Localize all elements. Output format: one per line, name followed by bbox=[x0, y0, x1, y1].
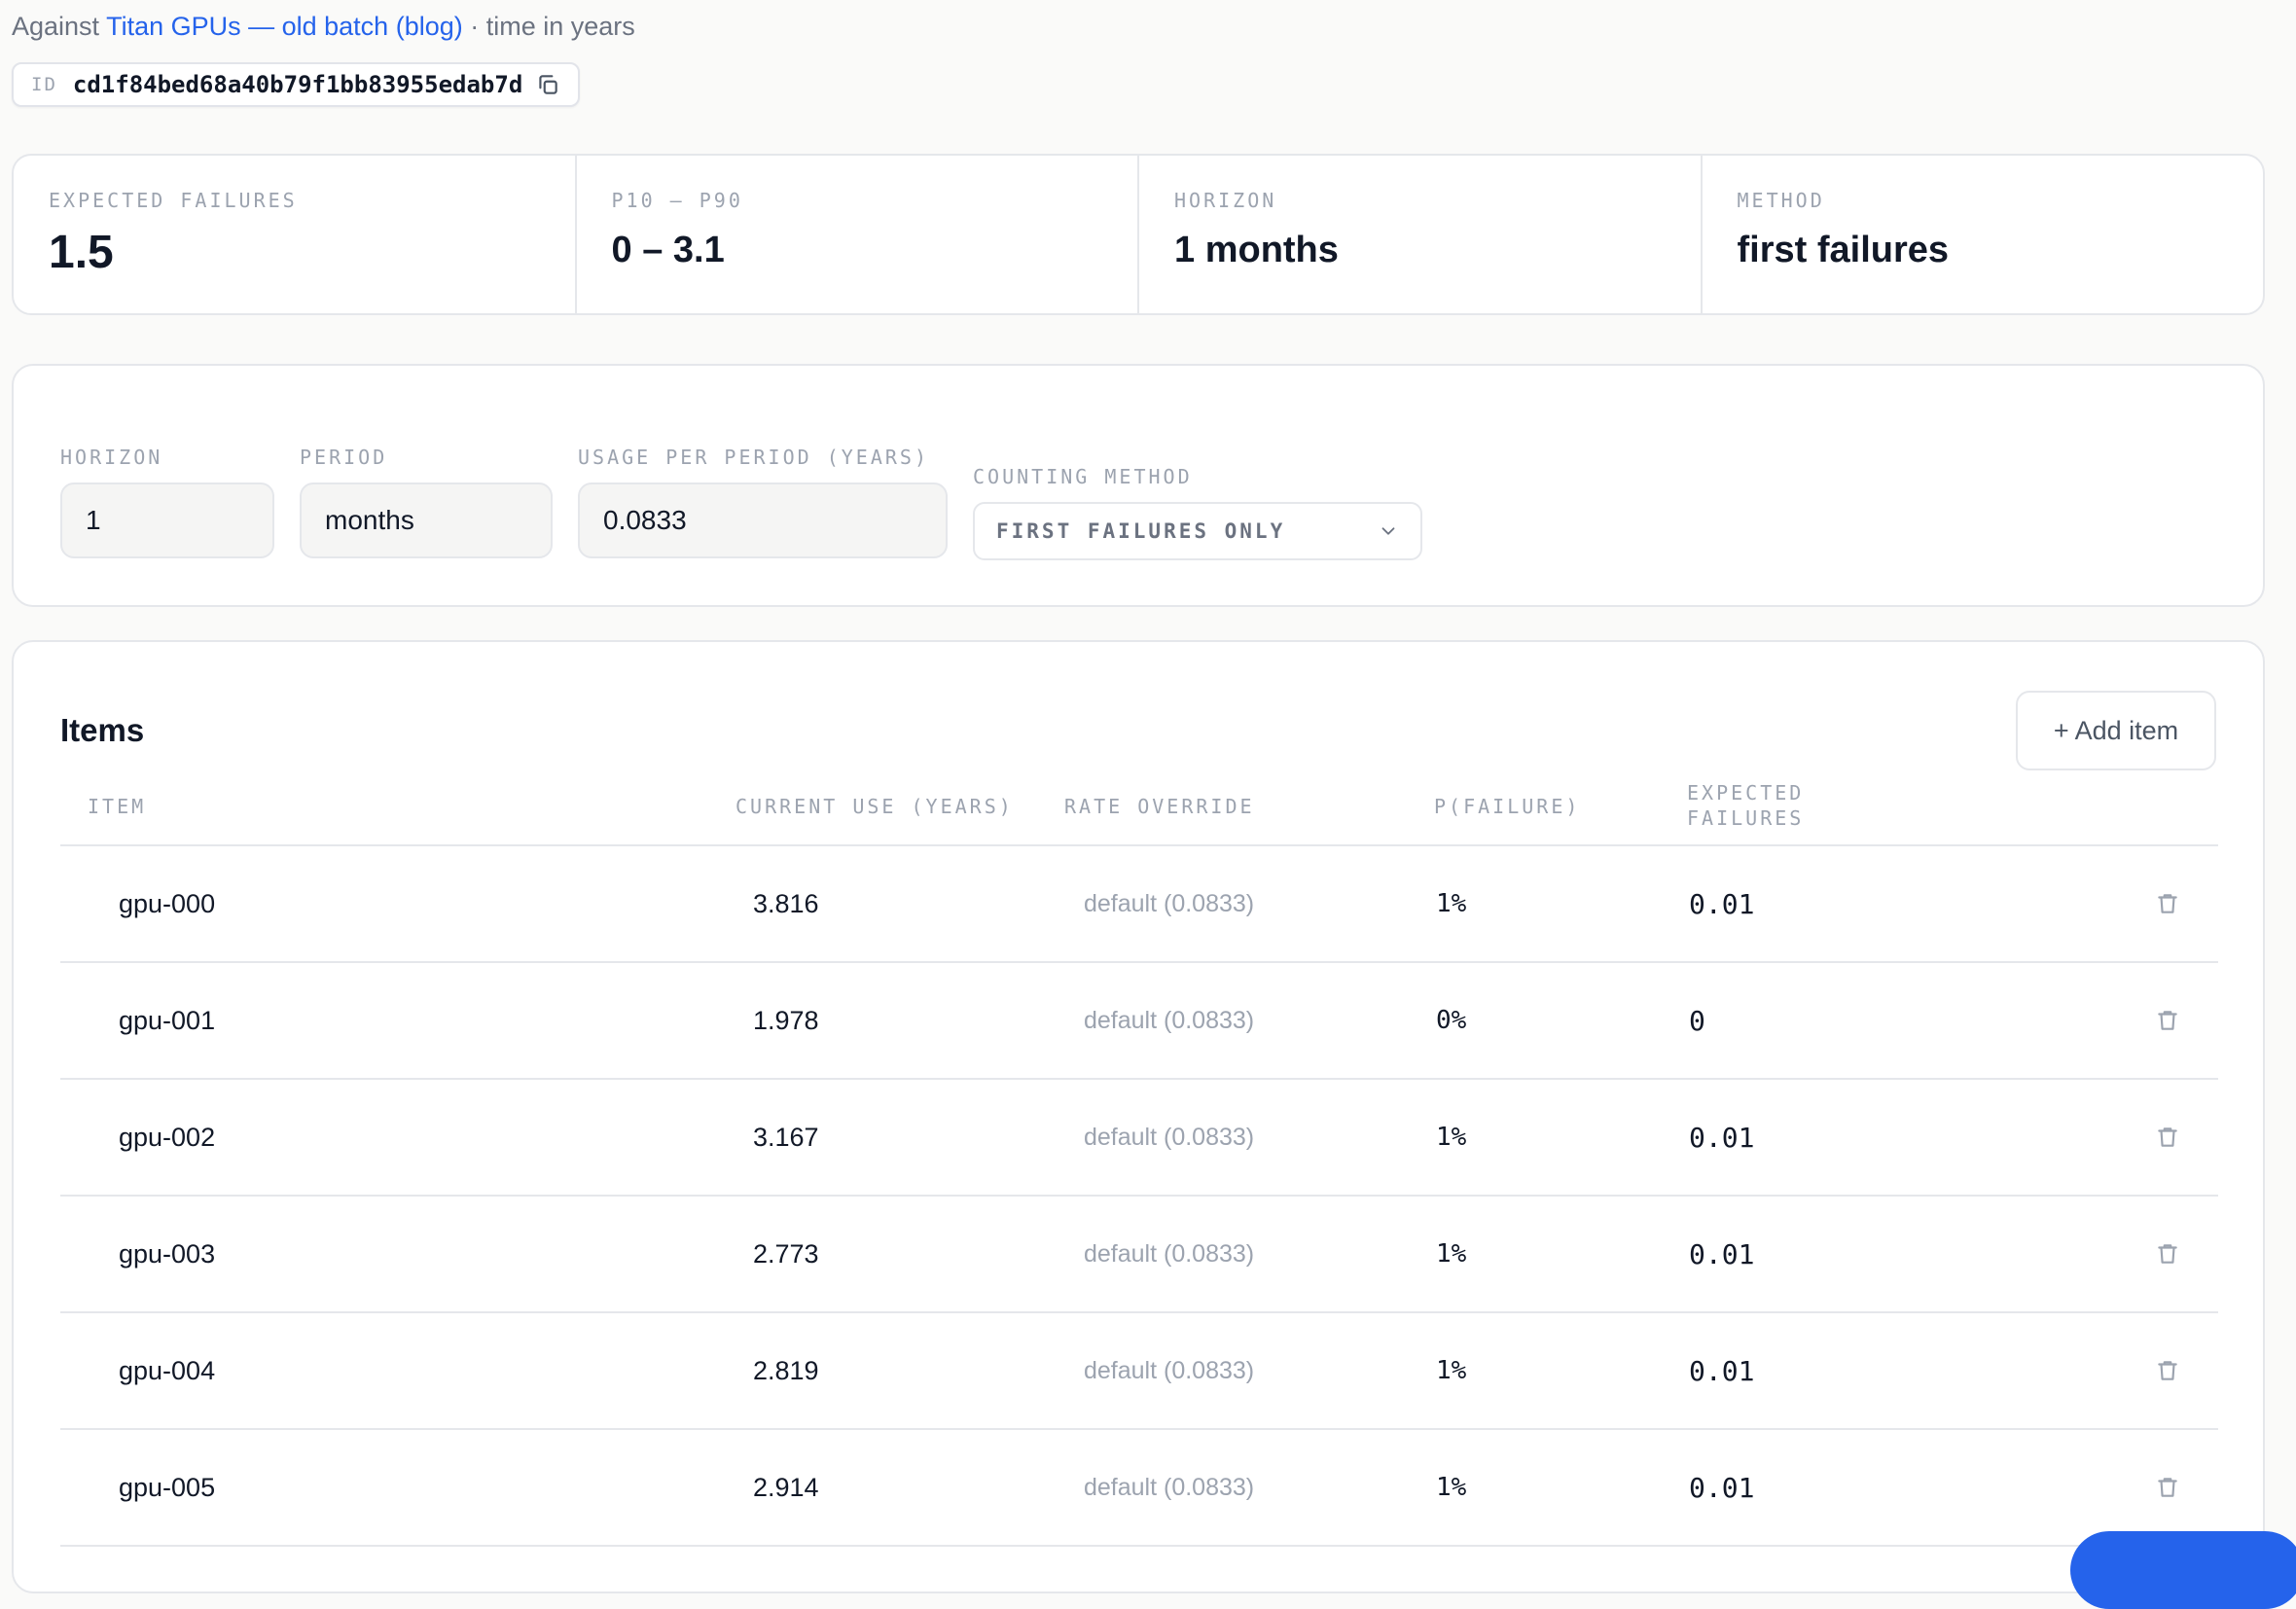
counting-method-label: COUNTING METHOD bbox=[973, 465, 1193, 488]
item-expected-failures: 0 bbox=[1689, 1004, 1705, 1037]
stat-label: METHOD bbox=[1737, 189, 1825, 212]
item-expected-failures: 0.01 bbox=[1689, 887, 1755, 920]
chevron-down-icon bbox=[1381, 527, 1395, 535]
stat-horizon: HORIZON 1 months bbox=[1139, 156, 1703, 313]
delete-item-button[interactable] bbox=[2152, 1197, 2183, 1311]
period-input[interactable] bbox=[300, 483, 553, 558]
item-rate-override[interactable]: default (0.0833) bbox=[1084, 846, 1254, 961]
counting-method-value: FIRST FAILURES ONLY bbox=[996, 519, 1286, 543]
delete-item-button[interactable] bbox=[2152, 963, 2183, 1078]
trash-icon bbox=[2158, 1011, 2177, 1030]
col-expected-line2: FAILURES bbox=[1687, 806, 1805, 830]
item-current-use: 2.914 bbox=[753, 1472, 819, 1502]
item-rate-override[interactable]: default (0.0833) bbox=[1084, 963, 1254, 1078]
horizon-label: HORIZON bbox=[60, 446, 163, 469]
stat-value: first failures bbox=[1737, 230, 1950, 270]
trash-icon bbox=[2158, 1478, 2177, 1497]
stat-method: METHOD first failures bbox=[1703, 156, 2264, 313]
counting-method-select[interactable]: FIRST FAILURES ONLY bbox=[973, 502, 1422, 560]
item-rate-override[interactable]: default (0.0833) bbox=[1084, 1430, 1254, 1545]
table-row: gpu-004 2.819 default (0.0833) 1% 0.01 bbox=[60, 1313, 2218, 1430]
item-rate-override[interactable]: default (0.0833) bbox=[1084, 1197, 1254, 1311]
horizon-field: HORIZON bbox=[60, 446, 274, 558]
items-panel: Items + Add item ITEM CURRENT USE (YEARS… bbox=[12, 640, 2265, 1593]
item-p-failure: 1% bbox=[1436, 1239, 1467, 1269]
items-title: Items bbox=[60, 712, 145, 748]
item-name: gpu-001 bbox=[119, 1005, 216, 1035]
item-name: gpu-004 bbox=[119, 1355, 216, 1385]
delete-item-button[interactable] bbox=[2152, 1430, 2183, 1545]
stat-label: EXPECTED FAILURES bbox=[49, 189, 298, 212]
stat-value: 1.5 bbox=[49, 227, 114, 278]
usage-input[interactable] bbox=[578, 483, 948, 558]
stat-expected-failures: EXPECTED FAILURES 1.5 bbox=[14, 156, 577, 313]
table-row: gpu-005 2.914 default (0.0833) 1% 0.01 bbox=[60, 1430, 2218, 1547]
item-rate-override[interactable]: default (0.0833) bbox=[1084, 1080, 1254, 1195]
id-label: ID bbox=[31, 74, 57, 95]
delete-item-button[interactable] bbox=[2152, 1080, 2183, 1195]
copy-icon[interactable] bbox=[535, 72, 560, 97]
item-current-use: 3.816 bbox=[753, 888, 819, 918]
stat-label: P10 – P90 bbox=[611, 189, 743, 212]
item-name: gpu-003 bbox=[119, 1238, 216, 1269]
item-current-use: 2.773 bbox=[753, 1238, 819, 1269]
table-row: gpu-001 1.978 default (0.0833) 0% 0 bbox=[60, 963, 2218, 1080]
delete-item-button[interactable] bbox=[2152, 1313, 2183, 1428]
item-expected-failures: 0.01 bbox=[1689, 1121, 1755, 1154]
item-p-failure: 1% bbox=[1436, 889, 1467, 918]
summary-stats: EXPECTED FAILURES 1.5 P10 – P90 0 – 3.1 … bbox=[12, 154, 2265, 315]
stat-value: 0 – 3.1 bbox=[611, 230, 725, 270]
trash-icon bbox=[2158, 1244, 2177, 1264]
stat-p10-p90: P10 – P90 0 – 3.1 bbox=[577, 156, 1139, 313]
subtitle-prefix: Against bbox=[12, 12, 100, 41]
item-p-failure: 0% bbox=[1436, 1006, 1467, 1035]
table-row: gpu-002 3.167 default (0.0833) 1% 0.01 bbox=[60, 1080, 2218, 1197]
trash-icon bbox=[2158, 894, 2177, 913]
dataset-link[interactable]: Titan GPUs — old batch (blog) bbox=[106, 12, 463, 41]
id-chip: ID cd1f84bed68a40b79f1bb83955edab7d bbox=[12, 62, 580, 107]
item-p-failure: 1% bbox=[1436, 1473, 1467, 1502]
usage-field: USAGE PER PERIOD (YEARS) bbox=[578, 446, 948, 558]
item-name: gpu-000 bbox=[119, 888, 216, 918]
counting-method-field: COUNTING METHOD FIRST FAILURES ONLY bbox=[973, 465, 1422, 560]
stat-value: 1 months bbox=[1174, 230, 1339, 270]
id-value: cd1f84bed68a40b79f1bb83955edab7d bbox=[72, 71, 523, 98]
item-name: gpu-005 bbox=[119, 1472, 216, 1502]
col-current-use: CURRENT USE (YEARS) bbox=[735, 795, 1014, 818]
item-rate-override[interactable]: default (0.0833) bbox=[1084, 1313, 1254, 1428]
item-name: gpu-002 bbox=[119, 1122, 216, 1152]
usage-label: USAGE PER PERIOD (YEARS) bbox=[578, 446, 929, 469]
col-item: ITEM bbox=[88, 795, 147, 818]
item-p-failure: 1% bbox=[1436, 1123, 1467, 1152]
delete-item-button[interactable] bbox=[2152, 846, 2183, 961]
floating-action-button[interactable] bbox=[2070, 1531, 2296, 1609]
col-rate-override: RATE OVERRIDE bbox=[1064, 795, 1255, 818]
col-expected-line1: EXPECTED bbox=[1687, 781, 1805, 804]
item-current-use: 3.167 bbox=[753, 1122, 819, 1152]
item-p-failure: 1% bbox=[1436, 1356, 1467, 1385]
table-row: gpu-003 2.773 default (0.0833) 1% 0.01 bbox=[60, 1197, 2218, 1313]
trash-icon bbox=[2158, 1127, 2177, 1147]
horizon-input[interactable] bbox=[60, 483, 274, 558]
controls-panel: HORIZON PERIOD USAGE PER PERIOD (YEARS) … bbox=[12, 364, 2265, 607]
item-current-use: 1.978 bbox=[753, 1005, 819, 1035]
item-expected-failures: 0.01 bbox=[1689, 1237, 1755, 1270]
period-field: PERIOD bbox=[300, 446, 553, 558]
table-row: gpu-000 3.816 default (0.0833) 1% 0.01 bbox=[60, 846, 2218, 963]
item-expected-failures: 0.01 bbox=[1689, 1471, 1755, 1504]
item-current-use: 2.819 bbox=[753, 1355, 819, 1385]
add-item-button[interactable]: + Add item bbox=[2016, 691, 2216, 770]
subtitle-suffix: · time in years bbox=[470, 12, 635, 41]
col-p-failure: P(FAILURE) bbox=[1434, 795, 1581, 818]
trash-icon bbox=[2158, 1361, 2177, 1380]
col-expected-failures: EXPECTED FAILURES bbox=[1687, 780, 1804, 831]
stat-label: HORIZON bbox=[1174, 189, 1277, 212]
period-label: PERIOD bbox=[300, 446, 388, 469]
page-subtitle: Against Titan GPUs — old batch (blog) · … bbox=[12, 12, 635, 42]
items-table-header: ITEM CURRENT USE (YEARS) RATE OVERRIDE P… bbox=[60, 770, 2218, 846]
item-expected-failures: 0.01 bbox=[1689, 1354, 1755, 1387]
